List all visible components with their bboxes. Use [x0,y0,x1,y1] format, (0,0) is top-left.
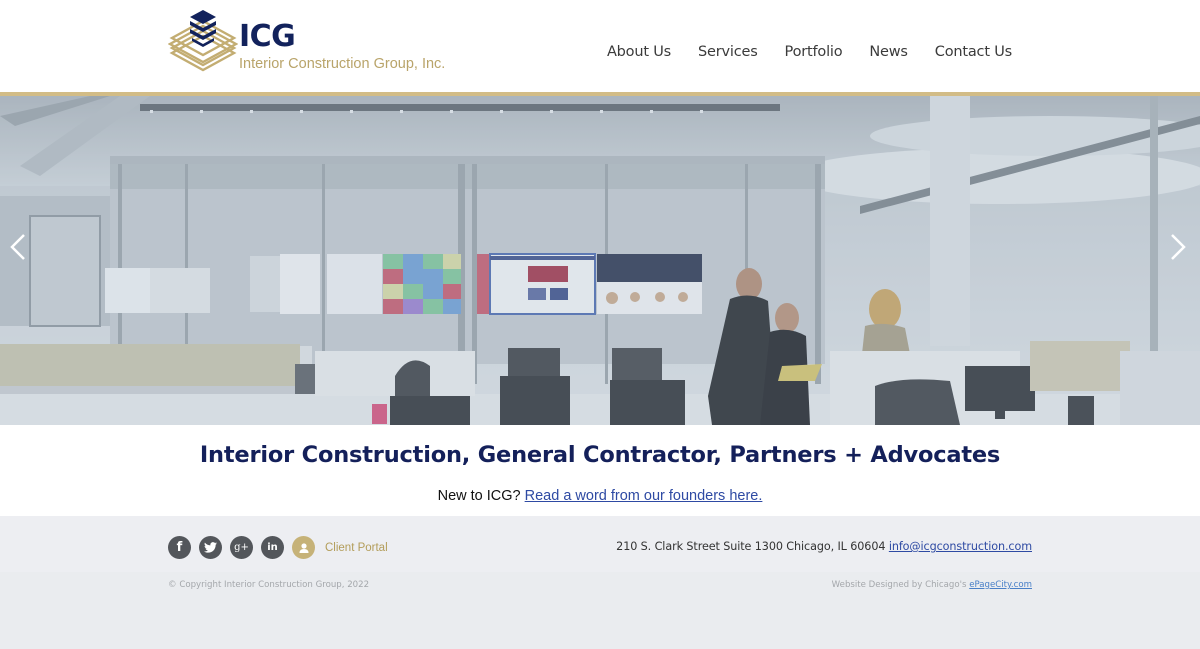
social-links: f g+ in Client Portal [168,536,388,559]
facebook-icon: f [176,540,183,555]
nav-portfolio[interactable]: Portfolio [785,42,843,62]
page-tagline: Interior Construction, General Contracto… [199,442,1001,468]
chevron-right-icon [1171,234,1186,260]
intro-prefix: New to ICG? [437,488,521,504]
client-portal-icon-button[interactable] [292,536,315,559]
linkedin-icon: in [267,542,278,553]
nav-news[interactable]: News [869,42,908,62]
hero-slider [0,96,1200,425]
logo-mark-icon [168,10,238,72]
site-footer: f g+ in Client Portal 210 S. Clark Stree… [0,516,1200,649]
user-icon [299,542,308,553]
google-plus-button[interactable]: g+ [230,536,253,559]
intro-text: New to ICG? Read a word from our founder… [0,486,1200,506]
nav-services[interactable]: Services [698,42,758,62]
site-header: ICG Interior Construction Group, Inc. Ab… [0,0,1200,92]
founders-link[interactable]: Read a word from our founders here. [525,488,763,504]
nav-about-us[interactable]: About Us [607,42,671,62]
google-plus-icon: g+ [234,542,249,553]
twitter-icon [204,542,217,553]
slider-prev-button[interactable] [4,232,32,262]
hero-image [0,96,1200,425]
nav-contact-us[interactable]: Contact Us [935,42,1012,62]
designed-by: Website Designed by Chicago's ePageCity.… [832,580,1032,590]
facebook-button[interactable]: f [168,536,191,559]
main-nav: About Us Services Portfolio News Contact… [580,42,1012,62]
logo[interactable]: ICG Interior Construction Group, Inc. [168,8,458,74]
logo-abbreviation: ICG [239,19,296,54]
client-portal-link[interactable]: Client Portal [325,542,388,554]
email-link[interactable]: info@icgconstruction.com [889,540,1032,553]
logo-company-name: Interior Construction Group, Inc. [239,56,446,72]
designer-link[interactable]: ePageCity.com [969,580,1032,590]
chevron-left-icon [10,234,25,260]
linkedin-button[interactable]: in [261,536,284,559]
slider-next-button[interactable] [1164,232,1192,262]
twitter-button[interactable] [199,536,222,559]
address-text: 210 S. Clark Street Suite 1300 Chicago, … [616,540,886,553]
contact-address: 210 S. Clark Street Suite 1300 Chicago, … [616,540,1032,553]
copyright-text: © Copyright Interior Construction Group,… [168,580,370,590]
designed-by-text: Website Designed by Chicago's [831,580,967,590]
